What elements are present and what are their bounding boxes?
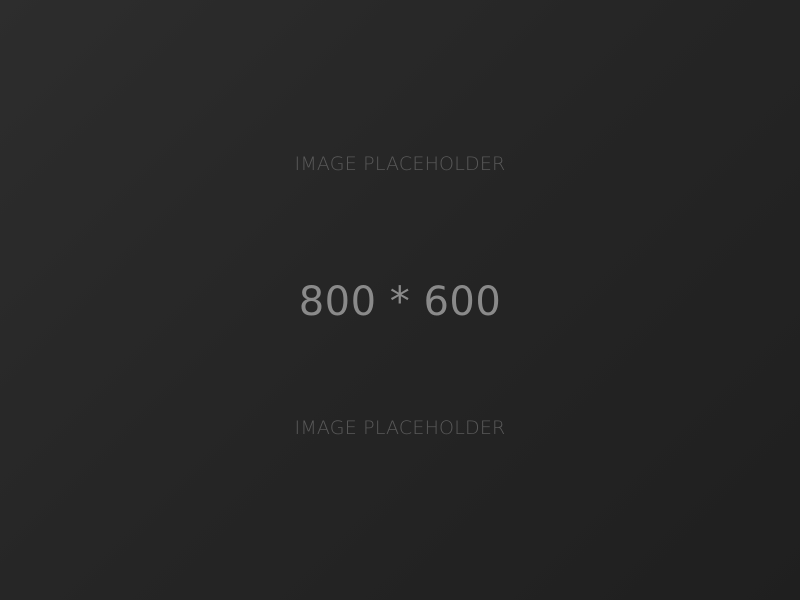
placeholder-caption-top: IMAGE PLACEHOLDER	[294, 153, 506, 175]
placeholder-dimensions: 800 * 600	[298, 279, 502, 325]
image-placeholder: IMAGE PLACEHOLDER 800 * 600 IMAGE PLACEH…	[0, 0, 800, 600]
placeholder-caption-bottom: IMAGE PLACEHOLDER	[294, 417, 506, 439]
